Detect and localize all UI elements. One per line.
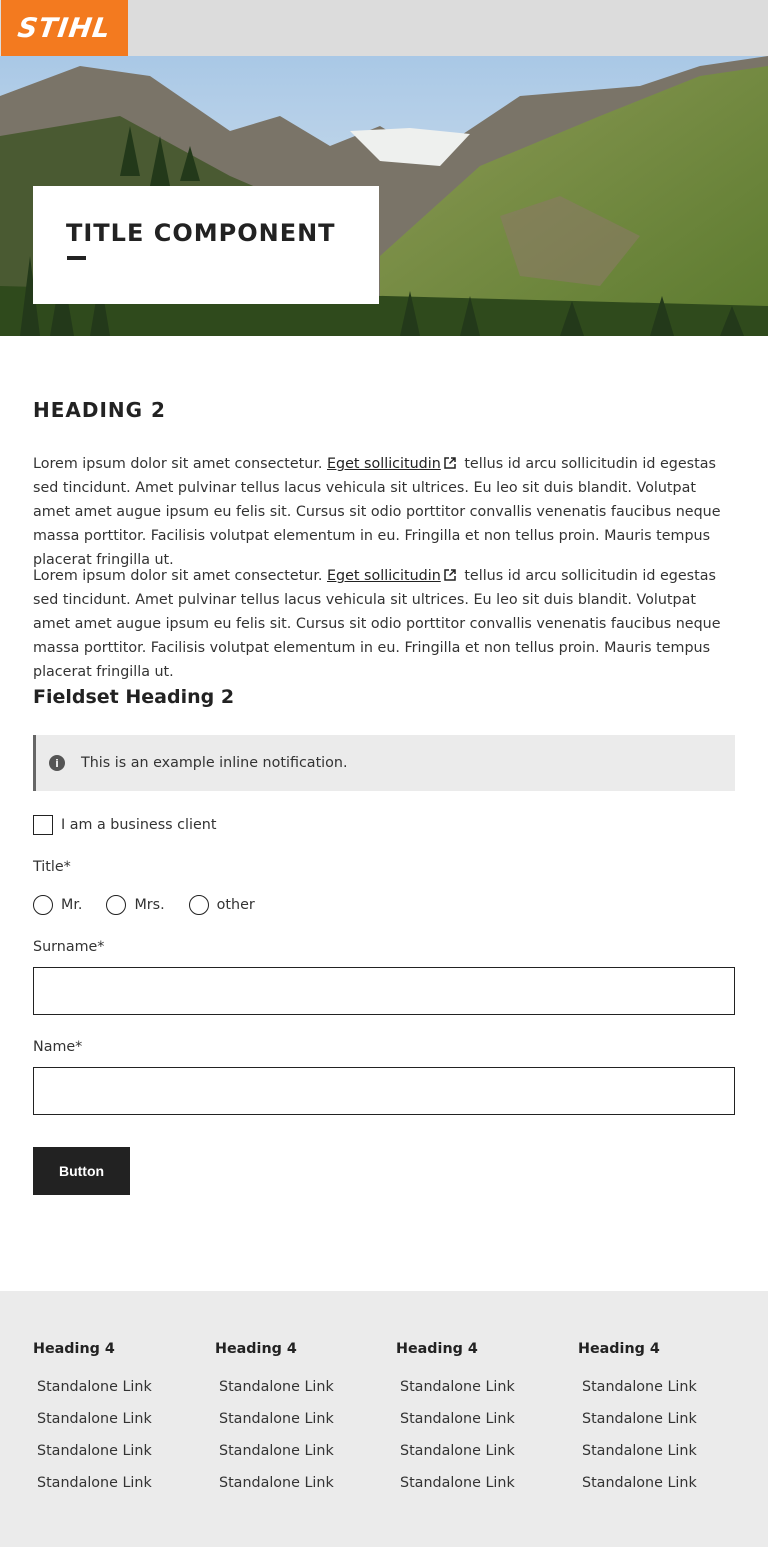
logo-text: STIHL [15,12,114,44]
business-client-checkbox[interactable] [33,815,53,835]
title-underline [67,256,86,260]
footer-column-2: Heading 4 Standalone Link Standalone Lin… [215,1341,385,1505]
footer-heading: Heading 4 [578,1341,660,1357]
name-label: Name* [33,1039,83,1055]
footer-link[interactable]: Standalone Link [37,1409,203,1441]
footer-link[interactable]: Standalone Link [219,1473,385,1505]
footer-heading: Heading 4 [215,1341,297,1357]
footer-column-1: Heading 4 Standalone Link Standalone Lin… [33,1341,203,1505]
paragraph-text-before: Lorem ipsum dolor sit amet consectetur. [33,568,323,584]
business-client-checkbox-row[interactable]: I am a business client [33,815,216,835]
footer-link[interactable]: Standalone Link [582,1473,748,1505]
title-component-box: TITLE COMPONENT [33,186,379,304]
footer-link[interactable]: Standalone Link [219,1441,385,1473]
footer-link[interactable]: Standalone Link [37,1377,203,1409]
footer: Heading 4 Standalone Link Standalone Lin… [0,1291,768,1547]
footer-link[interactable]: Standalone Link [582,1441,748,1473]
external-link[interactable]: Eget sollicitudin [327,568,441,584]
stihl-logo[interactable]: STIHL [1,0,128,56]
footer-link[interactable]: Standalone Link [37,1473,203,1505]
footer-link[interactable]: Standalone Link [37,1441,203,1473]
surname-label: Surname* [33,939,105,955]
page-title: TITLE COMPONENT [66,219,336,247]
notification-text: This is an example inline notification. [81,755,348,771]
radio-mrs[interactable]: Mrs. [106,895,165,915]
paragraph-text-before: Lorem ipsum dolor sit amet consectetur. [33,456,323,472]
radio-label: other [216,897,255,913]
body-paragraph-1: Lorem ipsum dolor sit amet consectetur. … [33,452,735,572]
checkbox-label: I am a business client [61,817,217,833]
inline-notification: i This is an example inline notification… [33,735,735,791]
paragraph-text-after: tellus id arcu sollicitudin id egestas s… [33,456,721,568]
external-link[interactable]: Eget sollicitudin [327,456,441,472]
footer-column-4: Heading 4 Standalone Link Standalone Lin… [578,1341,748,1505]
top-bar: STIHL [0,0,768,56]
surname-field[interactable] [33,967,735,1015]
main-content: HEADING 2 Lorem ipsum dolor sit amet con… [33,398,735,1195]
radio-other[interactable]: other [188,895,255,915]
title-label: Title* [33,859,71,875]
radio-mr[interactable]: Mr. [33,895,82,915]
radio-button[interactable] [33,895,53,915]
radio-label: Mrs. [134,897,165,913]
body-paragraph-2: Lorem ipsum dolor sit amet consectetur. … [33,564,735,684]
name-field[interactable] [33,1067,735,1115]
footer-link[interactable]: Standalone Link [219,1409,385,1441]
footer-link[interactable]: Standalone Link [400,1409,566,1441]
hero-banner: TITLE COMPONENT [0,56,768,336]
footer-link[interactable]: Standalone Link [400,1441,566,1473]
radio-button[interactable] [188,895,209,915]
section-heading: HEADING 2 [33,398,166,422]
footer-link[interactable]: Standalone Link [400,1473,566,1505]
footer-heading: Heading 4 [33,1341,115,1357]
external-link-icon [444,457,456,469]
external-link-icon [444,569,456,581]
footer-link[interactable]: Standalone Link [582,1377,748,1409]
footer-column-3: Heading 4 Standalone Link Standalone Lin… [396,1341,566,1505]
radio-label: Mr. [61,897,83,913]
footer-link[interactable]: Standalone Link [400,1377,566,1409]
footer-link[interactable]: Standalone Link [582,1409,748,1441]
title-radio-group: Mr. Mrs. other [33,895,279,915]
fieldset-heading: Fieldset Heading 2 [33,686,235,708]
radio-button[interactable] [106,895,127,915]
info-icon: i [49,755,65,771]
footer-link[interactable]: Standalone Link [219,1377,385,1409]
footer-heading: Heading 4 [396,1341,478,1357]
submit-button[interactable]: Button [33,1147,130,1195]
paragraph-text-after: tellus id arcu sollicitudin id egestas s… [33,568,721,680]
